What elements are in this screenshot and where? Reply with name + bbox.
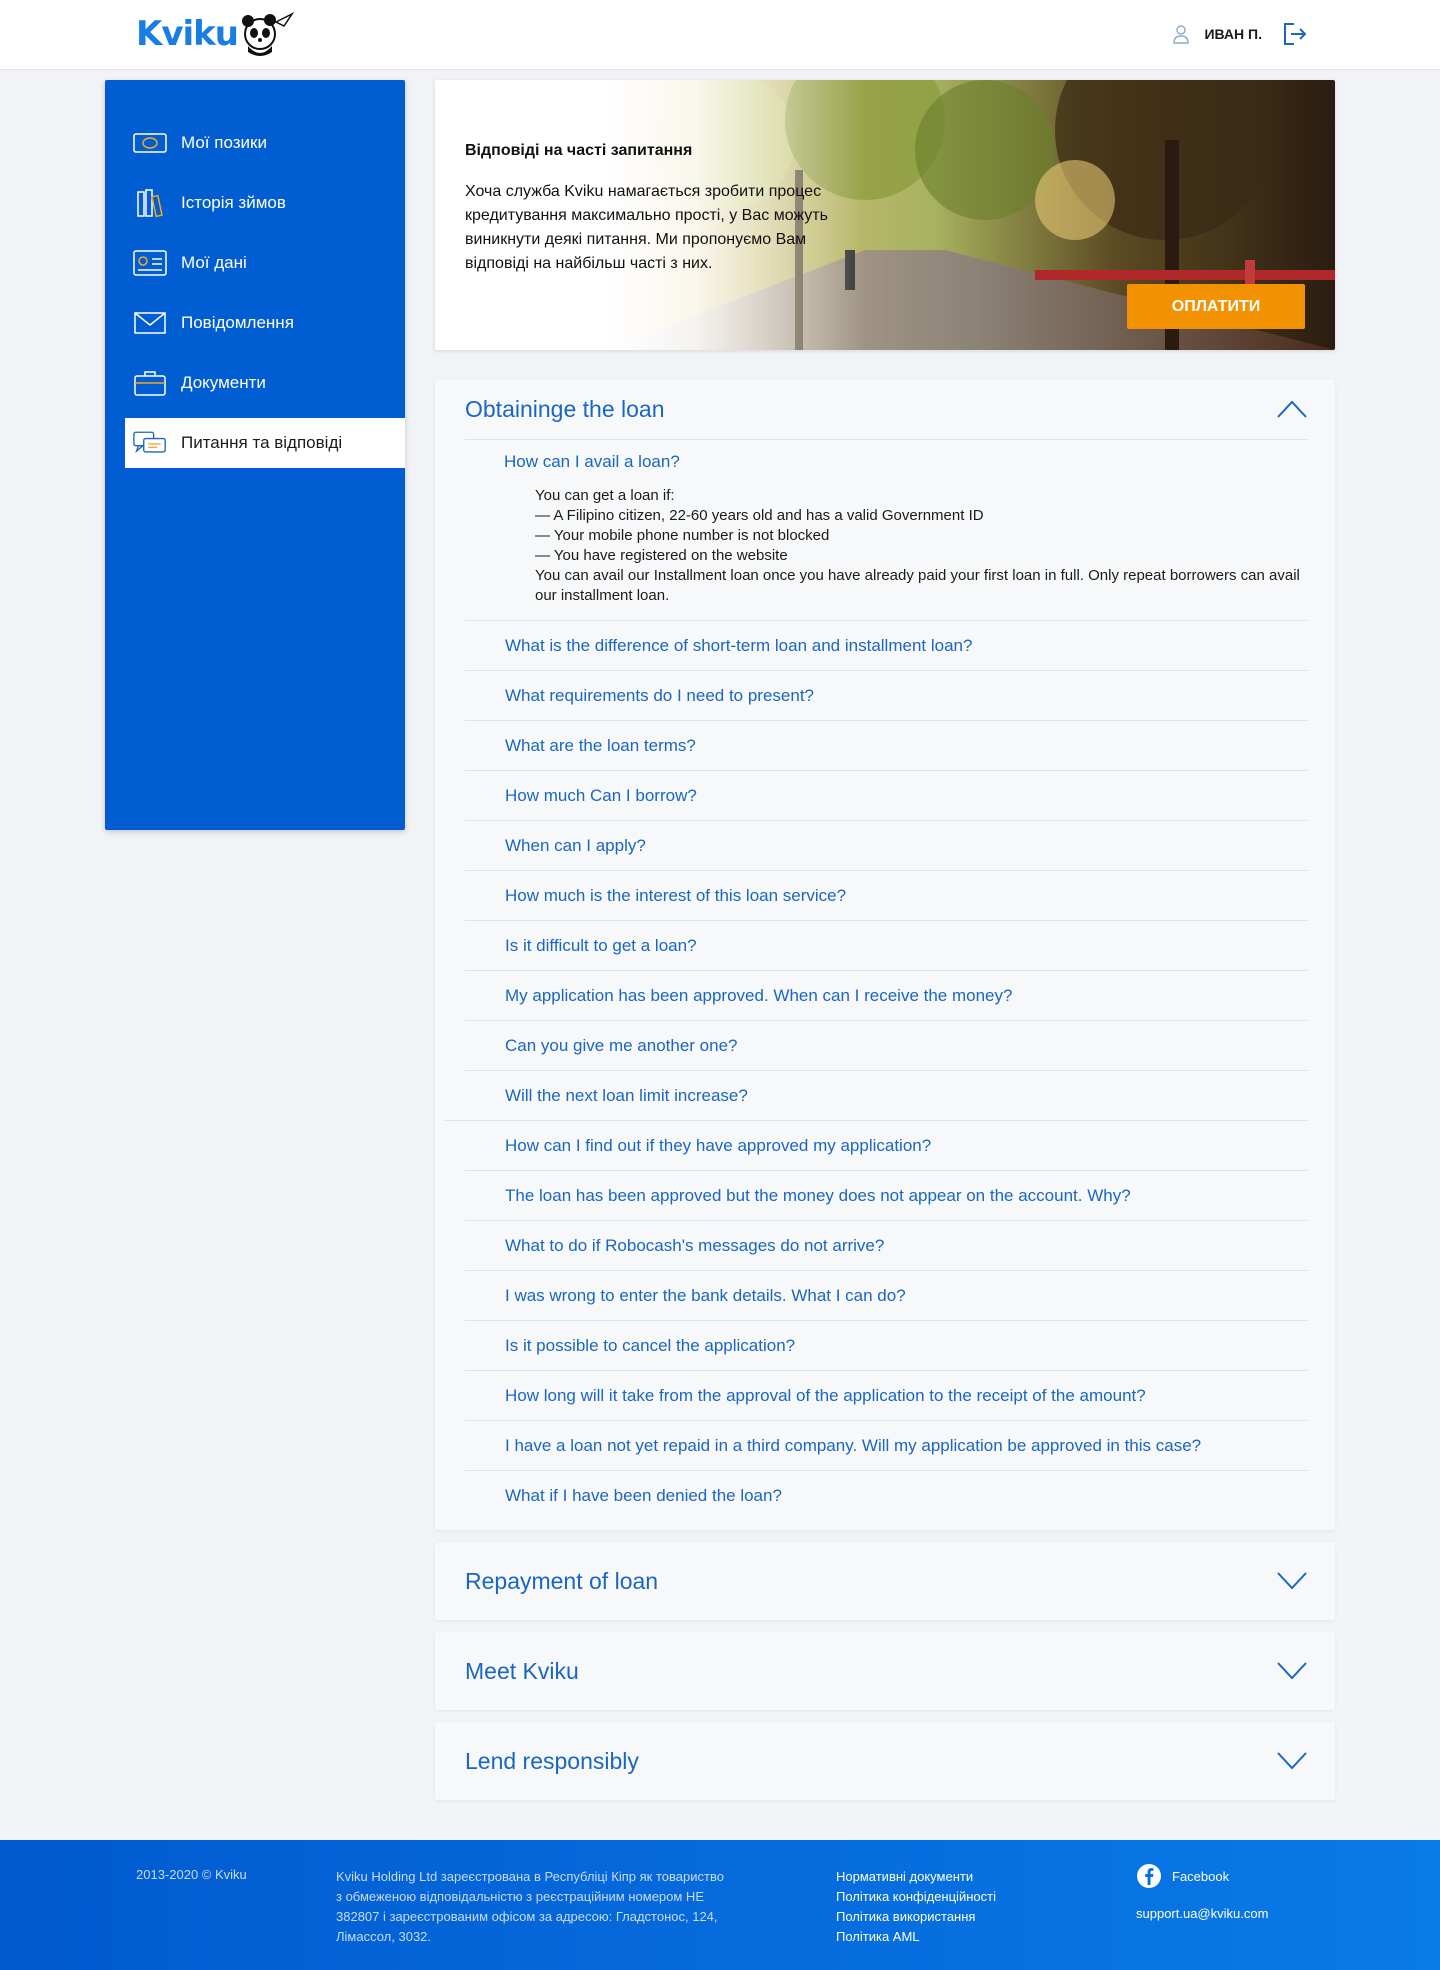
books-icon	[133, 187, 167, 219]
user-name[interactable]: ИВАН П.	[1204, 26, 1262, 42]
chevron-down-icon[interactable]	[1277, 1662, 1307, 1680]
faq-section-obtaining: Obtaininge the loan How can I avail a lo…	[435, 380, 1335, 1530]
faq-question-open[interactable]: How can I avail a loan?	[465, 440, 1307, 484]
faq-question[interactable]: I have a loan not yet repaid in a third …	[465, 1421, 1307, 1471]
banner-text: Хоча служба Kviku намагається зробити пр…	[465, 183, 828, 272]
header: Kviku ИВАН П.	[0, 0, 1440, 70]
sidebar-item-label: Мої дані	[181, 253, 247, 272]
faq-question[interactable]: Is it difficult to get a loan?	[465, 921, 1307, 971]
faq-section-header[interactable]: Lend responsibly	[435, 1722, 1335, 1800]
footer-link[interactable]: Політика використання	[836, 1907, 996, 1927]
faq-section-meet-kviku[interactable]: Meet Kviku	[435, 1632, 1335, 1710]
footer-link[interactable]: Політика AML	[836, 1927, 996, 1947]
envelope-icon	[133, 307, 167, 339]
section-title: Lend responsibly	[465, 1747, 639, 1774]
sidebar-item-loan-history[interactable]: Історія зймов	[105, 173, 405, 233]
chevron-down-icon[interactable]	[1277, 1572, 1307, 1590]
legal-text: Kviku Holding Ltd зареєстрована в Респуб…	[336, 1869, 724, 1944]
faq-question[interactable]: What if I have been denied the loan?	[465, 1471, 1307, 1521]
faq-question[interactable]: Can you give me another one?	[465, 1021, 1307, 1071]
faq-question[interactable]: What to do if Robocash's messages do not…	[465, 1221, 1307, 1271]
facebook-link[interactable]: Facebook	[1136, 1863, 1229, 1889]
footer-links: Нормативні документи Політика конфіденці…	[836, 1867, 996, 1947]
faq-answer: You can get a loan if: — A Filipino citi…	[465, 484, 1307, 621]
faq-question[interactable]: How can I find out if they have approved…	[465, 1121, 1307, 1171]
money-icon	[133, 127, 167, 159]
faq-question[interactable]: Will the next loan limit increase?	[445, 1071, 1307, 1121]
answer-line: — Your mobile phone number is not blocke…	[535, 527, 830, 544]
footer-link[interactable]: Політика конфіденційності	[836, 1887, 996, 1907]
faq-section-lend-responsibly[interactable]: Lend responsibly	[435, 1722, 1335, 1800]
sidebar-item-my-data[interactable]: Мої дані	[105, 233, 405, 293]
faq-section-repayment[interactable]: Repayment of loan	[435, 1542, 1335, 1620]
sidebar-item-faq[interactable]: Питання та відповіді	[125, 418, 405, 468]
faq-question[interactable]: I was wrong to enter the bank details. W…	[465, 1271, 1307, 1321]
answer-line: You can get a loan if:	[535, 487, 675, 504]
facebook-icon	[1137, 1864, 1161, 1888]
banner-title: Відповіді на часті запитання	[465, 142, 693, 159]
sidebar-item-documents[interactable]: Документи	[105, 353, 405, 413]
panda-mascot-icon	[241, 12, 294, 56]
chevron-down-icon[interactable]	[1277, 1752, 1307, 1770]
sidebar-item-label: Повідомлення	[181, 313, 294, 332]
faq-section-header[interactable]: Obtaininge the loan	[465, 380, 1307, 440]
sidebar-item-label: Документи	[181, 373, 266, 392]
faq-question[interactable]: How much Can I borrow?	[465, 771, 1307, 821]
faq-question[interactable]: What requirements do I need to present?	[465, 671, 1307, 721]
logout-icon[interactable]	[1282, 22, 1308, 46]
footer: 2013-2020 © Kviku Kviku Holding Ltd заре…	[0, 1840, 1440, 1970]
sidebar-item-messages[interactable]: Повідомлення	[105, 293, 405, 353]
faq-banner: Відповіді на часті запитання Хоча служба…	[435, 80, 1335, 350]
faq-question[interactable]: My application has been approved. When c…	[465, 971, 1307, 1021]
faq-question[interactable]: The loan has been approved but the money…	[465, 1171, 1307, 1221]
faq-section-header[interactable]: Meet Kviku	[435, 1632, 1335, 1710]
user-icon	[1173, 25, 1190, 44]
id-card-icon	[133, 247, 167, 279]
kviku-logo[interactable]: Kviku	[136, 8, 294, 60]
user-menu: ИВАН П.	[1172, 22, 1308, 46]
faq-question[interactable]: What is the difference of short-term loa…	[465, 621, 1307, 671]
pay-button[interactable]: ОПЛАТИТИ	[1127, 284, 1305, 329]
sidebar-item-label: Мої позики	[181, 133, 267, 152]
chevron-up-icon[interactable]	[1277, 400, 1307, 418]
footer-link[interactable]: Нормативні документи	[836, 1867, 996, 1887]
copyright: 2013-2020 © Kviku	[136, 1867, 247, 1882]
facebook-label: Facebook	[1172, 1868, 1230, 1884]
sidebar-item-label: Історія зймов	[181, 193, 286, 212]
answer-line: — You have registered on the website	[535, 547, 788, 564]
faq-question[interactable]: Is it possible to cancel the application…	[465, 1321, 1307, 1371]
answer-line: You can avail our Installment loan once …	[535, 567, 1305, 604]
faq-question[interactable]: How much is the interest of this loan se…	[465, 871, 1307, 921]
faq-question[interactable]: When can I apply?	[465, 821, 1307, 871]
section-title: Repayment of loan	[465, 1567, 659, 1594]
faq-question[interactable]: How long will it take from the approval …	[465, 1371, 1307, 1421]
briefcase-icon	[133, 367, 167, 399]
sidebar: Мої позики Історія зймов Мої дані Повідо…	[105, 80, 405, 830]
sidebar-item-my-loans[interactable]: Мої позики	[105, 113, 405, 173]
answer-line: — A Filipino citizen, 22-60 years old an…	[535, 507, 984, 524]
faq-question[interactable]: What are the loan terms?	[465, 721, 1307, 771]
section-title: Obtaininge the loan	[465, 396, 665, 422]
logo-text: Kviku	[136, 14, 239, 54]
faq-section-header[interactable]: Repayment of loan	[435, 1542, 1335, 1620]
chat-icon	[133, 427, 167, 459]
support-email[interactable]: support.ua@kviku.com	[1136, 1906, 1268, 1921]
section-title: Meet Kviku	[465, 1657, 579, 1684]
sidebar-item-label: Питання та відповіді	[181, 433, 343, 452]
